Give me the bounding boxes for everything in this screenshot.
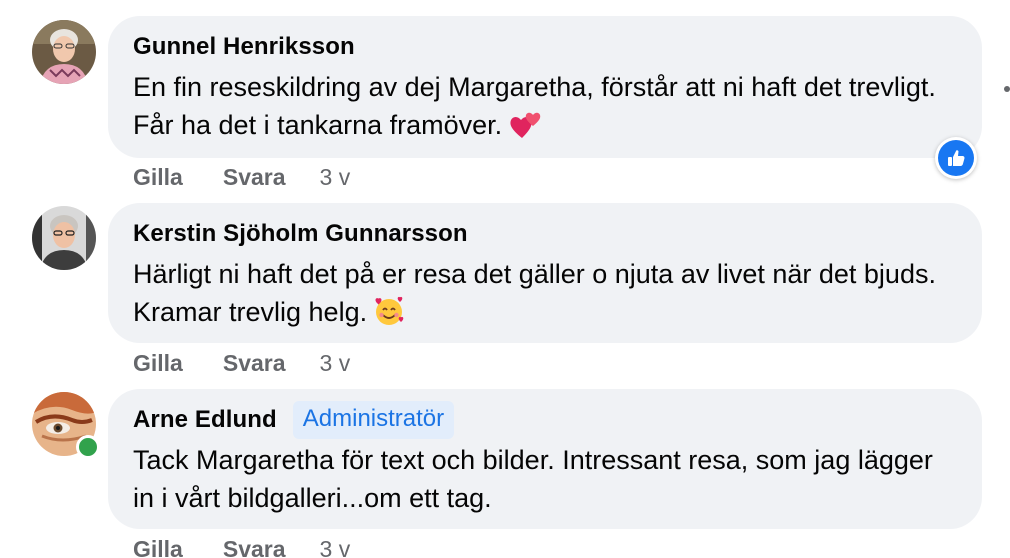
- avatar[interactable]: [32, 206, 96, 270]
- like-button[interactable]: Gilla: [133, 536, 183, 558]
- reply-button[interactable]: Svara: [223, 536, 286, 558]
- reply-button[interactable]: Svara: [223, 350, 286, 377]
- comment-text: Tack Margaretha för text och bilder. Int…: [133, 445, 933, 513]
- avatar[interactable]: [32, 20, 96, 84]
- more-options-dot[interactable]: [1004, 86, 1010, 92]
- timestamp[interactable]: 3 v: [320, 536, 351, 558]
- comment-bubble: Kerstin Sjöholm Gunnarsson Härligt ni ha…: [108, 203, 982, 343]
- like-reaction-icon[interactable]: [935, 137, 977, 179]
- author-name[interactable]: Kerstin Sjöholm Gunnarsson: [133, 220, 468, 248]
- like-button[interactable]: Gilla: [133, 350, 183, 377]
- two-hearts-icon: [508, 110, 542, 150]
- author-name[interactable]: Gunnel Henriksson: [133, 33, 355, 61]
- comment-text: En fin reseskildring av dej Margaretha, …: [133, 68, 956, 150]
- avatar-image: [32, 20, 96, 84]
- timestamp[interactable]: 3 v: [320, 350, 351, 377]
- online-status-indicator: [76, 435, 100, 459]
- admin-badge: Administratör: [292, 401, 455, 439]
- comment-bubble: Arne Edlund Administratör Tack Margareth…: [108, 389, 982, 529]
- timestamp[interactable]: 3 v: [320, 164, 351, 191]
- author-name[interactable]: Arne Edlund: [133, 406, 277, 434]
- reply-button[interactable]: Svara: [223, 164, 286, 191]
- avatar-image: [32, 206, 96, 270]
- comment-actions: Gilla Svara 3 v: [133, 350, 350, 377]
- smiling-face-with-hearts-icon: [373, 295, 405, 337]
- like-button[interactable]: Gilla: [133, 164, 183, 191]
- comment-bubble: Gunnel Henriksson En fin reseskildring a…: [108, 16, 982, 158]
- comment-thread: Gunnel Henriksson En fin reseskildring a…: [0, 0, 1010, 558]
- comment-actions: Gilla Svara 3 v: [133, 536, 350, 558]
- thumbs-up-icon: [948, 150, 965, 166]
- comment-actions: Gilla Svara 3 v: [133, 164, 350, 191]
- comment-text: Härligt ni haft det på er resa det gälle…: [133, 255, 956, 337]
